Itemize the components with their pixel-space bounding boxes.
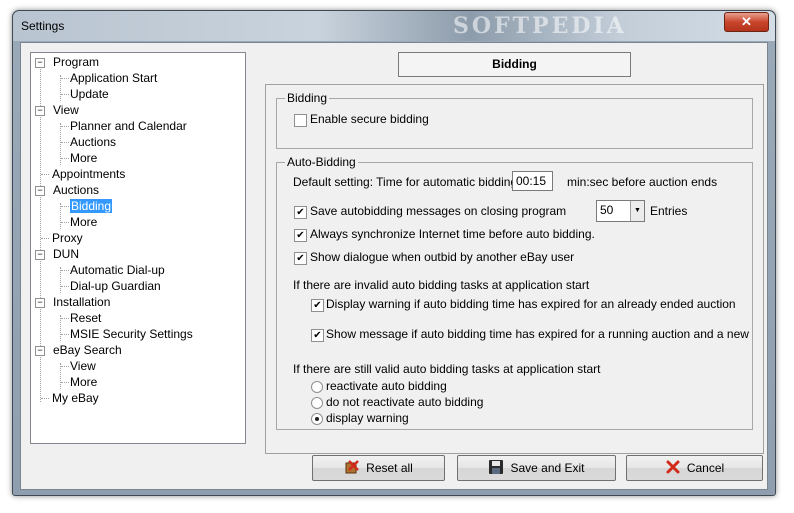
reset-all-label: Reset all [366,461,413,475]
tree-item-label: View [53,103,79,117]
radio-do-not-reactivate[interactable] [311,397,323,409]
radio-reactivate[interactable] [311,381,323,393]
tree-item-search-more[interactable]: More [70,374,97,390]
warn-ended-label[interactable]: Display warning if auto bidding time has… [326,297,736,311]
page-title: Bidding [398,52,631,77]
collapse-icon[interactable]: − [35,250,45,260]
tree-item-search-view[interactable]: View [70,358,96,374]
tree-item-planner-calendar[interactable]: Planner and Calendar [70,118,187,134]
radio-display-warning-label[interactable]: display warning [326,411,409,425]
tree-item-label: More [70,215,98,229]
bidding-group-legend: Bidding [285,91,330,105]
warn-ended-checkbox[interactable]: ✔ [311,299,324,312]
auto-bidding-group-legend: Auto-Bidding [285,155,358,169]
tree-item-more-auctions[interactable]: More [70,214,97,230]
entries-dropdown[interactable]: 50 ▼ [596,200,645,222]
entries-label: Entries [650,204,688,218]
tree-item-label: Planner and Calendar [70,119,187,133]
tree-item-label: Auctions [53,183,100,197]
tree-item-label: Auctions [70,135,117,149]
entries-value: 50 [600,203,614,217]
invalid-tasks-heading: If there are invalid auto bidding tasks … [293,278,590,292]
settings-window: Settings SOFTPEDIA ✕ − Program Applicati… [12,10,776,496]
reset-all-button[interactable]: Reset all [312,455,445,481]
tree-item-label: Reset [70,311,102,325]
tree-item-label: More [70,375,98,389]
save-messages-checkbox[interactable]: ✔ [294,206,307,219]
tree-item-label: My eBay [52,391,99,405]
tree-item-dialup-guardian[interactable]: Dial-up Guardian [70,278,161,294]
tree-item-label: Proxy [52,231,83,245]
save-and-exit-button[interactable]: Save and Exit [457,455,616,481]
collapse-icon[interactable]: − [35,58,45,68]
sync-time-label[interactable]: Always synchronize Internet time before … [310,227,595,241]
sync-time-checkbox[interactable]: ✔ [294,229,307,242]
tree-item-label: More [70,151,98,165]
tree-item-more-view[interactable]: More [70,150,97,166]
collapse-icon[interactable]: − [35,298,45,308]
tree-item-update[interactable]: Update [70,86,109,102]
tree-item-appointments[interactable]: Appointments [52,166,125,182]
collapse-icon[interactable]: − [35,346,45,356]
tree-item-label: Update [70,87,109,101]
cancel-button[interactable]: Cancel [626,455,763,481]
collapse-icon[interactable]: − [35,106,45,116]
tree-item-label: eBay Search [53,343,122,357]
tree-item-label: DUN [53,247,79,261]
tree-item-label: MSIE Security Settings [70,327,193,341]
tree-item-bidding[interactable]: Bidding [70,198,113,214]
watermark: SOFTPEDIA [453,13,627,39]
radio-do-not-reactivate-label[interactable]: do not reactivate auto bidding [326,395,483,409]
tree-item-label: Automatic Dial-up [70,263,165,277]
tree-item-application-start[interactable]: Application Start [70,70,157,86]
tree-item-label: Program [53,55,100,69]
title-bar[interactable]: Settings SOFTPEDIA ✕ [13,11,775,41]
tree-item-label: Application Start [70,71,158,85]
chevron-down-icon[interactable]: ▼ [630,201,644,221]
auto-bidding-group: Auto-Bidding Default setting: Time for a… [276,155,753,430]
show-dialogue-checkbox[interactable]: ✔ [294,252,307,265]
collapse-icon[interactable]: − [35,186,45,196]
tree-item-automatic-dialup[interactable]: Automatic Dial-up [70,262,165,278]
window-title: Settings [21,19,65,33]
radio-display-warning[interactable] [311,413,323,425]
settings-tree[interactable]: − Program Application Start Update − Vie… [30,52,246,444]
warn-running-checkbox[interactable]: ✔ [311,329,324,342]
show-dialogue-label[interactable]: Show dialogue when outbid by another eBa… [310,250,574,264]
save-and-exit-label: Save and Exit [510,461,585,475]
tree-item-auctions-view[interactable]: Auctions [70,134,116,150]
red-x-icon [666,460,680,474]
secure-bidding-checkbox[interactable] [294,114,307,127]
floppy-disk-icon [489,459,504,474]
tree-item-proxy[interactable]: Proxy [52,230,83,246]
tree-item-label-selected: Bidding [70,199,113,213]
valid-tasks-heading: If there are still valid auto bidding ta… [293,362,601,376]
tree-item-label: Dial-up Guardian [70,279,161,293]
warn-running-label[interactable]: Show message if auto bidding time has ex… [326,327,752,341]
radio-reactivate-label[interactable]: reactivate auto bidding [326,379,447,393]
cancel-label: Cancel [686,461,725,475]
secure-bidding-label[interactable]: Enable secure bidding [310,112,429,126]
tree-item-label: View [70,359,96,373]
auto-bid-time-input[interactable]: 00:15 [512,171,553,191]
tree-item-label: Installation [53,295,111,309]
dialog-client: − Program Application Start Update − Vie… [20,42,768,490]
time-suffix-label: min:sec before auction ends [567,175,718,189]
default-time-label: Default setting: Time for automatic bidd… [293,175,518,189]
settings-panel: Bidding Enable secure bidding Auto-Biddi… [265,84,764,454]
save-messages-label[interactable]: Save autobidding messages on closing pro… [310,204,566,218]
bidding-group: Bidding Enable secure bidding [276,91,753,149]
tree-item-reset[interactable]: Reset [70,310,101,326]
tree-item-msie-security[interactable]: MSIE Security Settings [70,326,193,342]
tree-item-label: Appointments [52,167,126,181]
tree-item-my-ebay[interactable]: My eBay [52,390,99,406]
close-button[interactable]: ✕ [724,12,769,32]
close-icon: ✕ [741,14,752,29]
reset-icon [345,459,360,474]
